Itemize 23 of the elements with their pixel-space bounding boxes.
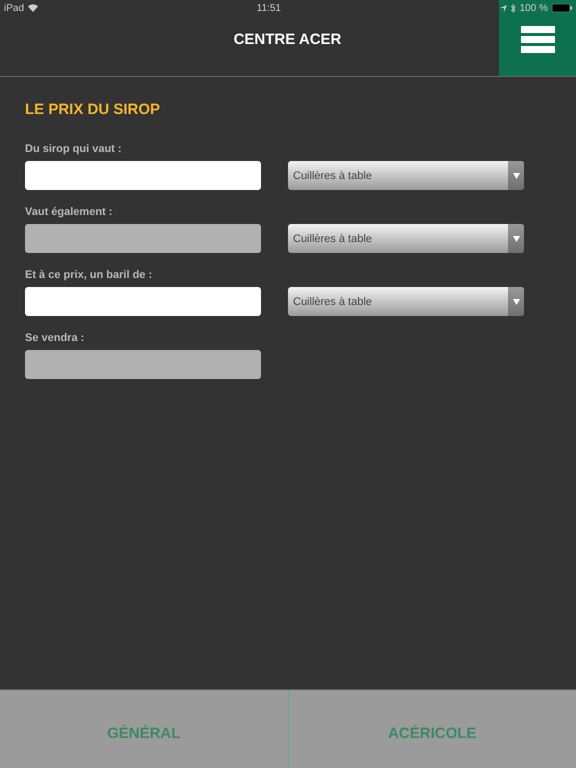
unit-dropdown[interactable]: Cuillères à table [288,224,524,253]
unit-dropdown[interactable]: Cuillères à table [288,161,524,190]
app-title: CENTRE ACER [234,30,342,48]
battery-icon [552,4,572,12]
device-name: iPad [4,2,24,14]
section-title: LE PRIX DU SIROP [25,101,162,118]
battery-percent: 100 % [520,2,548,14]
location-icon [500,4,507,12]
menu-icon [520,26,554,52]
wifi-icon [28,4,38,12]
bluetooth-icon [510,4,516,12]
input-field[interactable] [25,161,261,190]
caret-icon [512,236,520,242]
caret-icon [512,298,520,304]
input-field[interactable] [25,287,261,316]
unit-dropdown[interactable]: Cuillères à table [288,287,524,316]
caret-icon [512,172,520,178]
status-time: 11:51 [256,2,281,14]
field-label: Se vendra : [25,332,86,344]
menu-button[interactable] [499,0,576,76]
field-label: Vaut également : [25,206,114,218]
field-label: Et à ce prix, un baril de : [25,269,154,281]
field-label: Du sirop qui vaut : [25,143,123,155]
